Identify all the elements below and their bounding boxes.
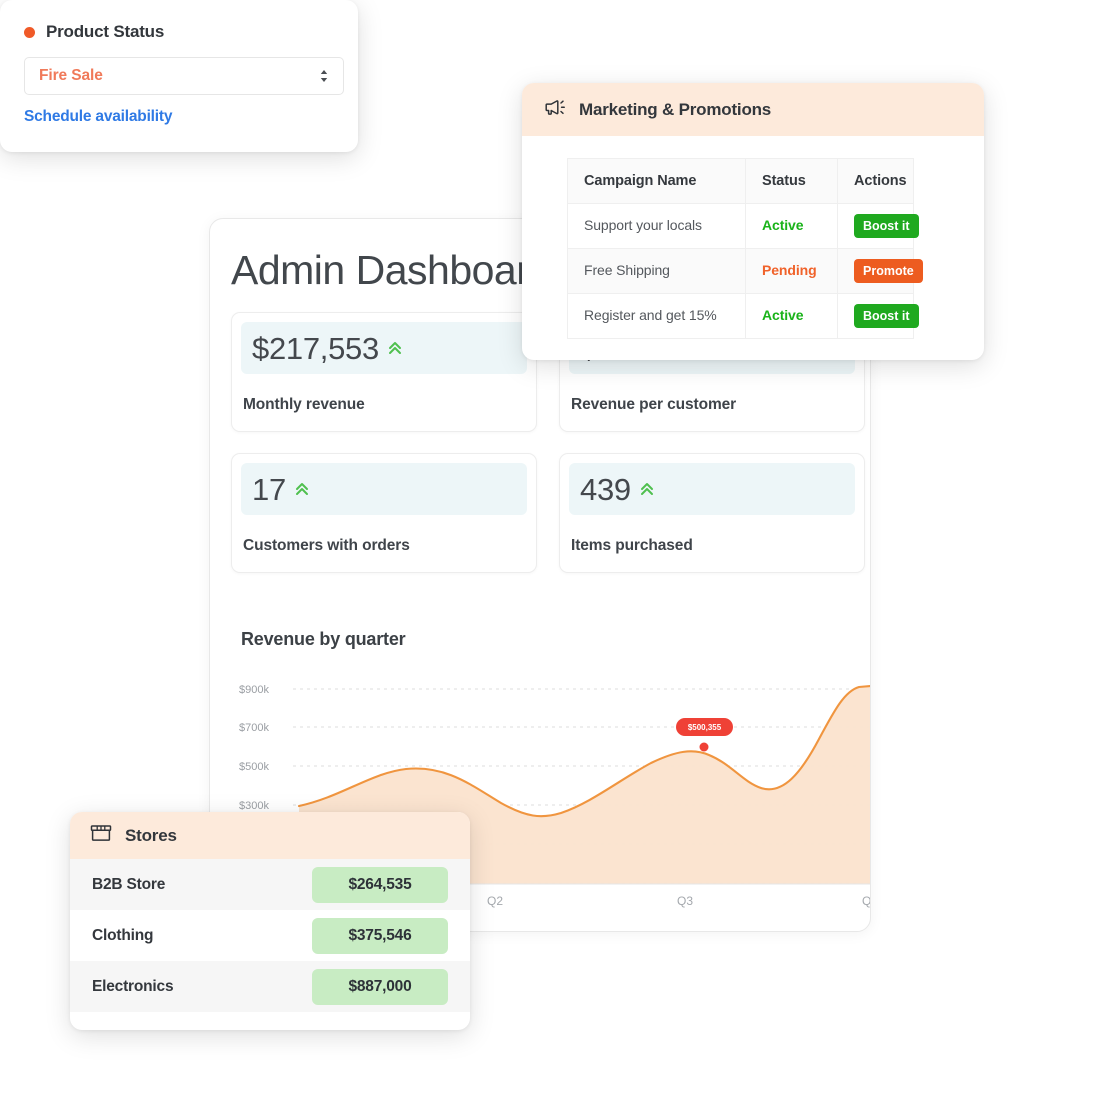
status-badge: Active [762,307,804,323]
y-tick-500k: $500k [239,761,269,773]
campaign-name: Register and get 15% [584,307,717,323]
campaign-name: Free Shipping [584,262,670,278]
marketing-panel-header: Marketing & Promotions [522,83,984,136]
chart-tooltip: $500,355 [676,718,733,736]
y-tick-300k: $300k [239,800,269,812]
store-value: $887,000 [312,968,448,1005]
stat-label: Items purchased [571,537,693,554]
stat-value: $217,553 [252,330,379,366]
chart-title: Revenue by quarter [241,629,406,649]
status-dot-icon [24,26,35,38]
stat-label: Revenue per customer [571,396,737,413]
boost-it-button[interactable]: Boost it [854,213,919,239]
campaign-name: Support your locals [584,217,702,233]
stores-panel-header: Stores [70,812,470,859]
campaigns-table: Campaign Name Status Actions Support you… [567,158,923,339]
status-badge: Pending [762,262,817,278]
store-name: Electronics [92,977,174,995]
stores-panel: Stores B2B Store $264,535 Clothing $375,… [70,812,470,1030]
page-title: Admin Dashboard [231,247,552,293]
chevrons-up-icon [640,480,654,498]
svg-text:$500,355: $500,355 [688,723,722,732]
product-status-header: Product Status [0,0,358,42]
stat-value-highlight: $217,553 [241,322,527,374]
stat-label: Customers with orders [243,537,410,554]
stat-card-items-purchased: 439 Items purchased [559,453,865,573]
storefront-icon [90,823,112,848]
table-row: Register and get 15% Active Boost it [567,293,919,339]
product-status-select[interactable]: Fire Sale [24,57,344,95]
stat-value-highlight: 17 [241,463,527,515]
y-tick-900k: $900k [239,684,269,696]
store-name: B2B Store [92,875,166,893]
stat-card-monthly-revenue: $217,553 Monthly revenue [231,312,537,432]
column-header-campaign-name: Campaign Name [567,158,746,204]
status-badge: Active [762,217,804,233]
list-item[interactable]: Clothing $375,546 [70,910,470,961]
column-header-status: Status [745,158,838,204]
stat-card-customers-with-orders: 17 Customers with orders [231,453,537,573]
chart-data-point [699,742,709,752]
chevrons-up-icon [295,480,309,498]
list-item[interactable]: Electronics $887,000 [70,961,470,1012]
boost-it-button[interactable]: Boost it [854,303,919,329]
chevrons-up-icon [388,339,402,357]
store-name: Clothing [92,926,154,944]
promote-button[interactable]: Promote [854,258,923,284]
stat-value: 439 [580,471,631,507]
marketing-promotions-panel: Marketing & Promotions Campaign Name Sta… [522,83,984,360]
store-value: $264,535 [312,866,448,903]
table-row: Support your locals Active Boost it [567,203,919,249]
x-tick-q4: Q4 [862,894,871,908]
product-status-selected-value: Fire Sale [39,67,103,84]
marketing-panel-title: Marketing & Promotions [579,99,772,119]
list-item[interactable]: B2B Store $264,535 [70,859,470,910]
store-value: $375,546 [312,917,448,954]
x-tick-q3: Q3 [677,894,693,908]
table-row: Free Shipping Pending Promote [567,248,923,294]
product-status-title: Product Status [46,22,165,41]
stat-value-highlight: 439 [569,463,855,515]
stores-list: B2B Store $264,535 Clothing $375,546 Ele… [70,859,470,1012]
stat-label: Monthly revenue [243,396,365,413]
stat-value: 17 [252,471,286,507]
megaphone-icon [544,98,566,122]
stores-panel-title: Stores [125,825,177,845]
table-header-row: Campaign Name Status Actions [567,158,914,204]
x-tick-q2: Q2 [487,894,503,908]
schedule-availability-link[interactable]: Schedule availability [24,108,172,126]
product-status-panel: Product Status Fire Sale Schedule availa… [0,0,358,152]
stepper-arrows-icon[interactable] [319,68,329,84]
y-tick-700k: $700k [239,722,269,734]
column-header-actions: Actions [837,158,914,204]
